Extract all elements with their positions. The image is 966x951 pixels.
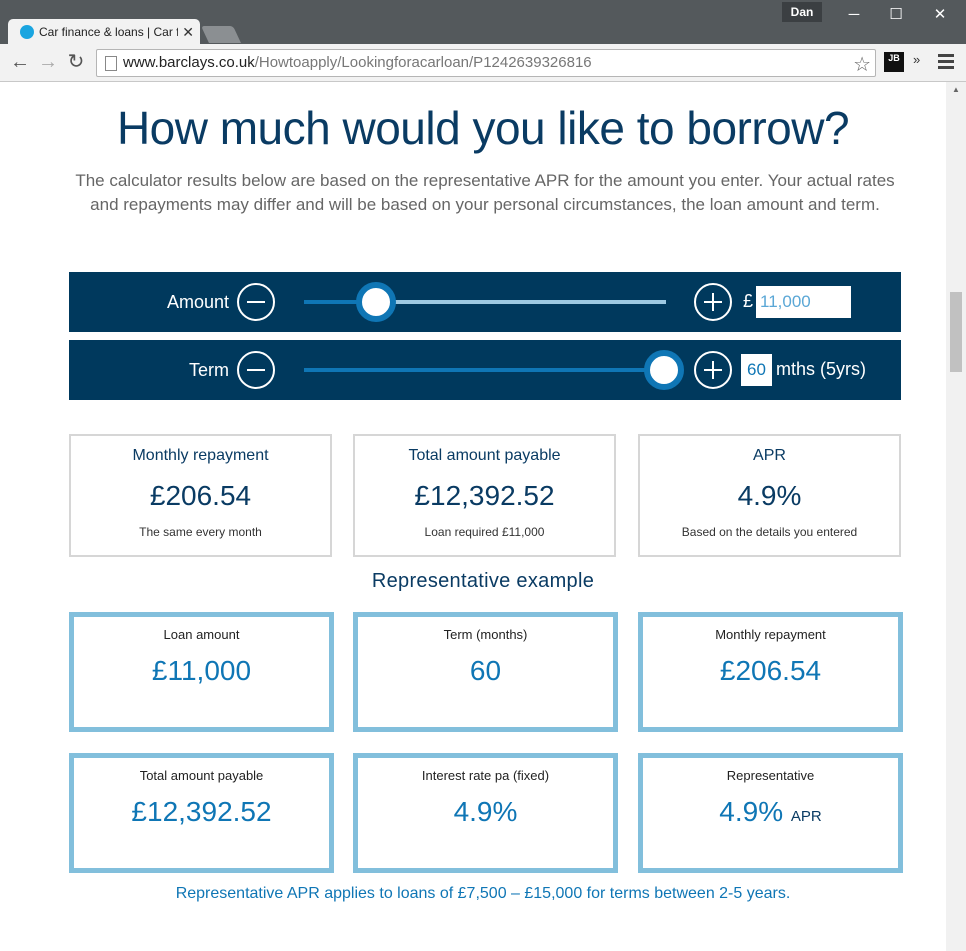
result-value: 4.9% xyxy=(737,480,802,511)
amount-decrease-button[interactable] xyxy=(237,283,275,321)
result-value: £206.54 xyxy=(149,480,252,511)
rep-label: Loan amount xyxy=(163,627,240,642)
result-note: The same every month xyxy=(139,525,262,539)
scrollbar-thumb[interactable] xyxy=(950,292,962,372)
result-label: Total amount payable xyxy=(408,447,561,464)
bookmark-star-icon[interactable]: ☆ xyxy=(853,52,871,77)
rep-loan-amount: Loan amount £11,000 xyxy=(69,612,334,732)
term-label: Term xyxy=(189,360,229,380)
rep-label: Interest rate pa (fixed) xyxy=(421,768,550,783)
forward-arrow-icon[interactable]: → xyxy=(36,50,60,74)
result-monthly-repayment: Monthly repayment £206.54 The same every… xyxy=(69,434,332,557)
amount-input[interactable] xyxy=(756,286,851,318)
tab-title: Car finance & loans | Car f xyxy=(39,25,179,39)
apr-suffix: APR xyxy=(790,808,822,825)
rep-label: Total amount payable xyxy=(139,768,264,783)
rep-value: £11,000 xyxy=(151,655,252,686)
amount-slider-panel: Amount £ xyxy=(69,272,901,332)
term-increase-button[interactable] xyxy=(694,351,732,389)
address-bar[interactable]: www.barclays.co.uk/Howtoapply/Lookingfor… xyxy=(96,49,876,77)
rep-term: Term (months) 60 xyxy=(353,612,618,732)
back-arrow-icon[interactable]: ← xyxy=(8,50,32,74)
barclays-favicon-icon xyxy=(20,25,34,39)
page-title: How much would you like to borrow? xyxy=(116,102,850,154)
result-label: APR xyxy=(753,447,786,464)
currency-symbol: £ xyxy=(743,291,754,311)
rep-interest-rate: Interest rate pa (fixed) 4.9% xyxy=(353,753,618,873)
result-total-payable: Total amount payable £12,392.52 Loan req… xyxy=(353,434,616,557)
url-text: www.barclays.co.uk/Howtoapply/Lookingfor… xyxy=(123,54,592,71)
amount-slider-handle[interactable] xyxy=(356,282,396,322)
rep-representative-apr: Representative 4.9% APR xyxy=(638,753,903,873)
result-value: £12,392.52 xyxy=(414,480,555,511)
amount-label: Amount xyxy=(166,292,229,312)
rep-label: Term (months) xyxy=(443,627,528,642)
term-slider-handle[interactable] xyxy=(644,350,684,390)
result-note: Loan required £11,000 xyxy=(424,525,545,539)
tab-close-icon[interactable]: ✕ xyxy=(182,24,194,41)
term-track[interactable] xyxy=(304,368,666,372)
window-titlebar: Car finance & loans | Car f ✕ Dan ─ ☐ ✕ xyxy=(0,0,966,45)
browser-toolbar: ← → ↻ www.barclays.co.uk/Howtoapply/Look… xyxy=(0,44,966,82)
rep-value: 4.9% APR xyxy=(719,796,822,827)
rep-label: Monthly repayment xyxy=(715,627,826,642)
page-scrollbar[interactable]: ▲ xyxy=(946,82,966,951)
term-input[interactable] xyxy=(741,354,772,386)
result-apr: APR 4.9% Based on the details you entere… xyxy=(638,434,901,557)
rep-value: 4.9% xyxy=(453,796,518,827)
maximize-icon[interactable]: ☐ xyxy=(876,2,916,28)
term-decrease-button[interactable] xyxy=(237,351,275,389)
representative-apr-footnote: Representative APR applies to loans of £… xyxy=(175,885,791,902)
rep-value: £206.54 xyxy=(719,655,822,686)
browser-tab[interactable]: Car finance & loans | Car f ✕ xyxy=(8,19,200,45)
rep-total-payable: Total amount payable £12,392.52 xyxy=(69,753,334,873)
new-tab-button[interactable] xyxy=(201,26,241,43)
term-track-fill xyxy=(304,368,666,372)
result-label: Monthly repayment xyxy=(132,447,269,464)
result-note: Based on the details you entered xyxy=(681,525,858,539)
minimize-icon[interactable]: ─ xyxy=(834,2,874,28)
browser-menu-icon[interactable] xyxy=(938,54,954,72)
rep-monthly-repayment: Monthly repayment £206.54 xyxy=(638,612,903,732)
term-unit: mths (5yrs) xyxy=(776,359,866,379)
profile-button[interactable]: Dan xyxy=(782,2,822,22)
term-slider-panel: Term mths (5yrs) xyxy=(69,340,901,400)
page-icon xyxy=(105,56,117,71)
amount-increase-button[interactable] xyxy=(694,283,732,321)
window-close-icon[interactable]: ✕ xyxy=(920,2,960,28)
rep-label: Representative xyxy=(726,768,815,783)
rep-value: £12,392.52 xyxy=(131,796,272,827)
rep-value: 60 xyxy=(469,655,502,686)
representative-example-heading: Representative example xyxy=(371,570,595,592)
extensions-overflow-icon[interactable]: » xyxy=(913,52,920,67)
intro-text: The calculator results below are based o… xyxy=(75,171,895,214)
reload-icon[interactable]: ↻ xyxy=(64,50,88,74)
jetbrains-extension-icon[interactable]: JB xyxy=(884,52,904,72)
scroll-up-arrow-icon[interactable]: ▲ xyxy=(946,82,966,98)
